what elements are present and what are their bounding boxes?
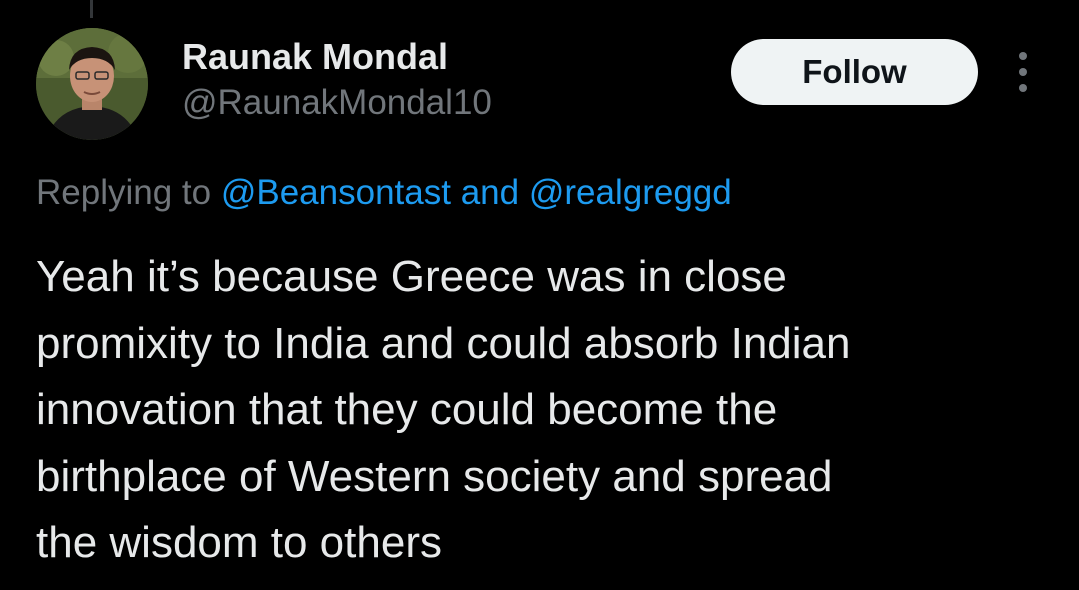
replying-to-label: Replying to: [36, 173, 212, 212]
mention-link[interactable]: @realgreggd: [529, 173, 732, 212]
tweet-text-line: promixity to India and could absorb Indi…: [36, 318, 851, 368]
thread-connector-line: [90, 0, 93, 18]
more-dot: [1019, 52, 1027, 60]
more-vertical-icon[interactable]: [1008, 52, 1038, 92]
avatar-photo: [36, 28, 148, 140]
follow-button[interactable]: Follow: [731, 39, 978, 105]
tweet-text-line: birthplace of Western society and spread: [36, 451, 833, 501]
more-dot: [1019, 68, 1027, 76]
tweet-text: Yeah it’s because Greece was in close pr…: [36, 244, 1046, 577]
avatar[interactable]: [36, 28, 148, 140]
tweet-text-line: innovation that they could become the: [36, 385, 778, 434]
author-info: Raunak Mondal @RaunakMondal10: [182, 36, 492, 124]
tweet-text-line: Yeah it’s because Greece was in close: [36, 252, 787, 301]
replying-to-line: Replying to @Beansontast and @realgreggd: [36, 170, 732, 216]
more-dot: [1019, 84, 1027, 92]
tweet-text-line: the wisdom to others: [36, 518, 442, 567]
mention-link[interactable]: @Beansontast: [221, 173, 451, 212]
mention-connector[interactable]: and: [461, 173, 519, 212]
author-handle[interactable]: @RaunakMondal10: [182, 82, 492, 124]
author-display-name[interactable]: Raunak Mondal: [182, 36, 492, 78]
